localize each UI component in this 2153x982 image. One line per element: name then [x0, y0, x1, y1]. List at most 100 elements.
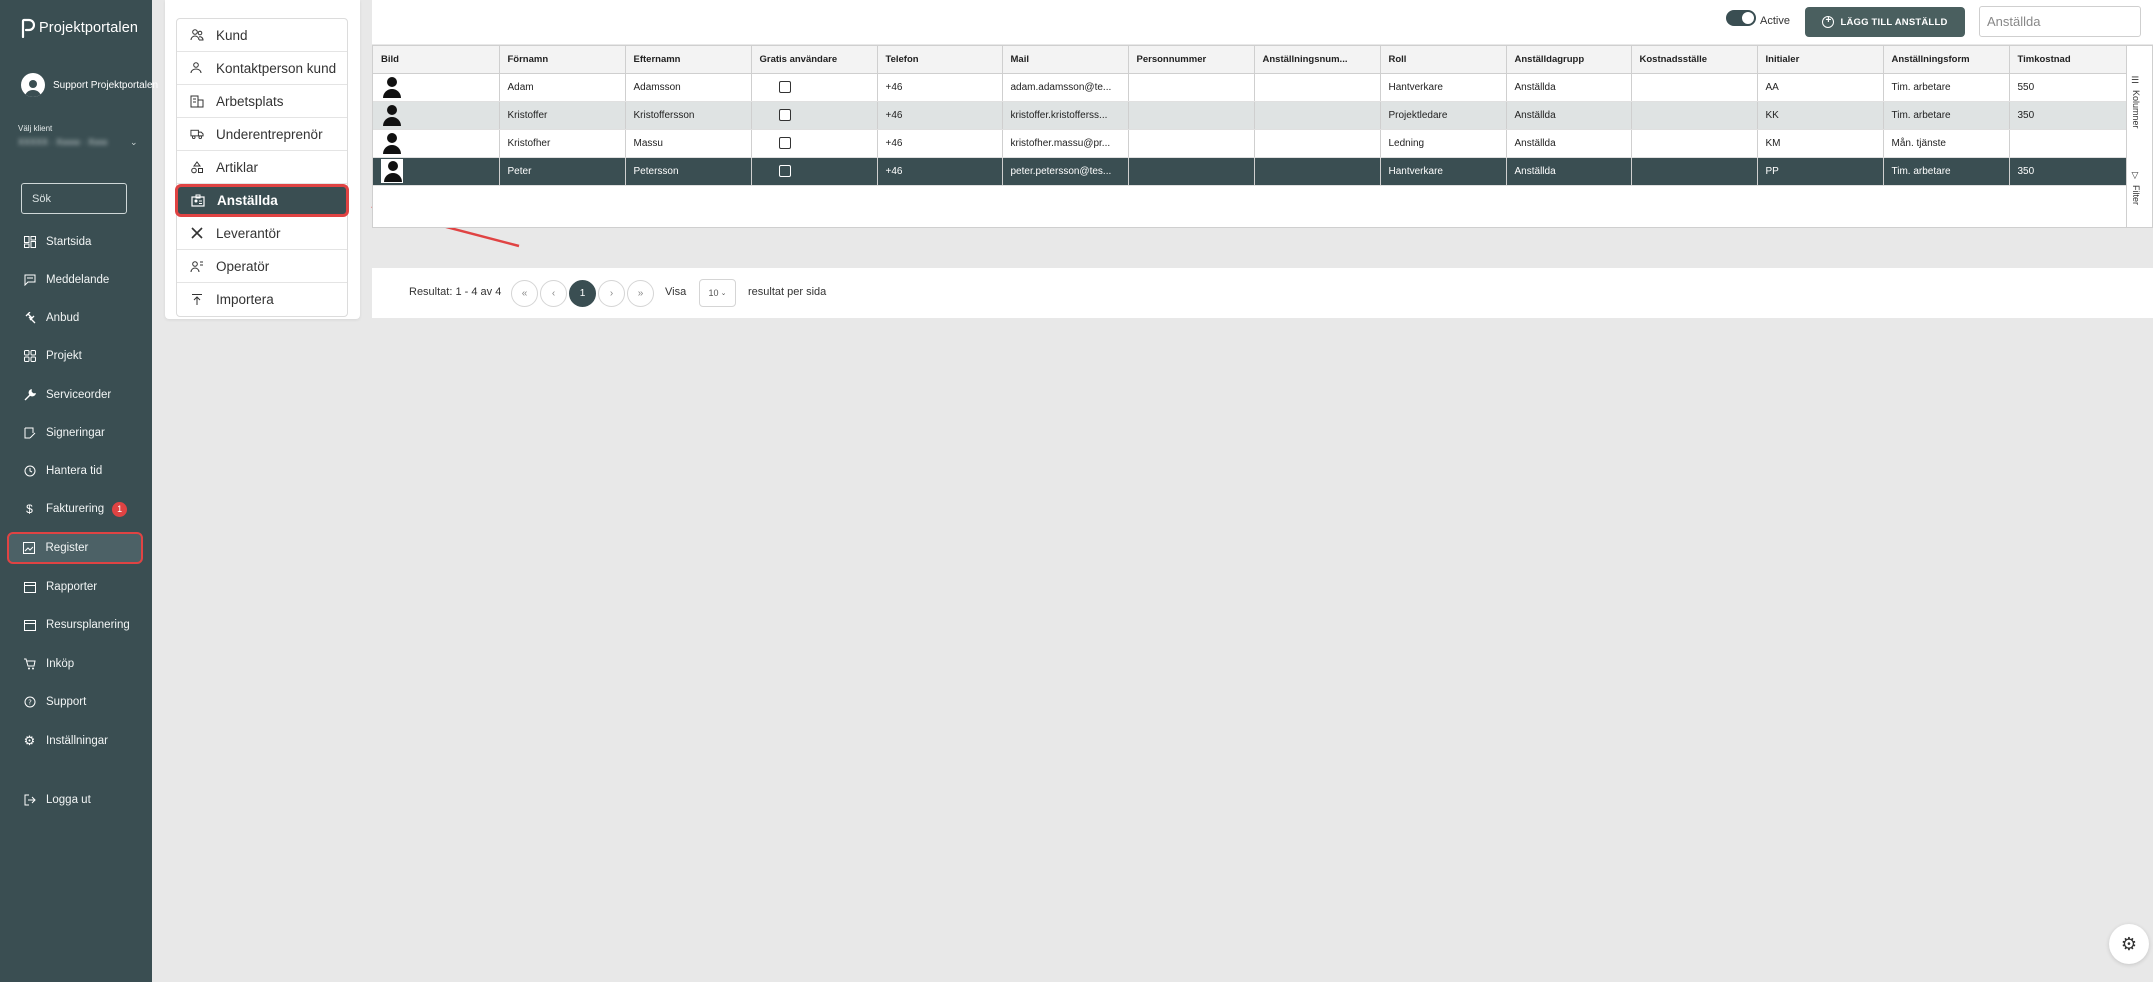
register-menu-item-anstallda[interactable]: Anställda [175, 184, 349, 217]
logo-mark-icon [21, 18, 35, 38]
column-header-anstallningsnummer[interactable]: Anställningsnum... [1254, 46, 1381, 74]
register-menu-item-kontaktperson-kund[interactable]: Kontaktperson kund [177, 52, 347, 85]
sidebar-item-register[interactable]: Register [7, 532, 143, 564]
table-row[interactable]: Kristofher Massu +46 kristofher.massu@pr… [373, 129, 2134, 158]
settings-fab-button[interactable]: ⚙ [2109, 924, 2149, 964]
cell-anstallningsnummer [1254, 73, 1381, 102]
register-menu-item-arbetsplats[interactable]: Arbetsplats [177, 85, 347, 118]
cell-initialer: KK [1757, 101, 1884, 130]
cell-gratis-anvandare [751, 157, 878, 186]
wrench-icon [23, 389, 36, 402]
page-button-current[interactable]: 1 [569, 280, 596, 307]
prev-page-button[interactable]: ‹ [540, 280, 567, 307]
calendar-icon [23, 581, 36, 594]
employee-search-input[interactable] [1979, 6, 2141, 37]
app-logo[interactable]: Projektportalen [21, 18, 138, 38]
sidebar-item-label: Support [46, 696, 87, 708]
register-menu-item-operator[interactable]: Operatör [177, 250, 347, 283]
dollar-icon: $ [26, 502, 33, 516]
table-row[interactable]: Kristoffer Kristoffersson +46 kristoffer… [373, 101, 2134, 130]
sidebar-item-meddelande[interactable]: Meddelande [7, 264, 143, 296]
table-row-selected[interactable]: Peter Petersson +46 peter.petersson@tes.… [373, 157, 2134, 186]
cell-initialer: PP [1757, 157, 1884, 186]
cell-gratis-anvandare [751, 101, 878, 130]
column-header-bild[interactable]: Bild [373, 46, 500, 74]
column-header-timkostnad[interactable]: Timkostnad [2009, 46, 2134, 74]
sidebar-item-fakturering[interactable]: $ Fakturering 1 [7, 493, 143, 525]
cell-anstalldagrupp: Anställda [1506, 157, 1632, 186]
sidebar-item-hantera-tid[interactable]: Hantera tid [7, 455, 143, 487]
sidebar-item-resursplanering[interactable]: Resursplanering [7, 609, 143, 641]
chevron-down-icon[interactable]: ⌄ [130, 137, 138, 148]
column-header-mail[interactable]: Mail [1002, 46, 1129, 74]
column-header-gratis-anvandare[interactable]: Gratis användare [751, 46, 878, 74]
employee-photo [373, 129, 500, 158]
column-header-anstallningsform[interactable]: Anställningsform [1883, 46, 2010, 74]
sidebar-item-label: Projekt [46, 350, 82, 362]
shapes-icon [190, 160, 204, 174]
cell-anstallningsnummer [1254, 101, 1381, 130]
person-icon [383, 105, 401, 126]
last-page-button[interactable]: » [627, 280, 654, 307]
register-menu-item-underentreprenor[interactable]: Underentreprenör [177, 118, 347, 151]
first-page-button[interactable]: « [511, 280, 538, 307]
sidebar-item-support[interactable]: ? Support [7, 686, 143, 718]
cell-personnummer [1128, 73, 1255, 102]
sidebar-item-startsida[interactable]: Startsida [7, 226, 143, 258]
app-name: Projektportalen [39, 20, 139, 36]
sidebar-item-rapporter[interactable]: Rapporter [7, 571, 143, 603]
column-header-fornamn[interactable]: Förnamn [499, 46, 626, 74]
column-header-initialer[interactable]: Initialer [1757, 46, 1884, 74]
cell-roll: Hantverkare [1380, 157, 1507, 186]
cell-efternamn: Adamsson [625, 73, 752, 102]
cell-telefon: +46 [877, 129, 1003, 158]
avatar [21, 73, 45, 97]
register-menu-panel: Kund Kontaktperson kund Arbetsplats Unde… [165, 0, 360, 319]
register-menu-item-artiklar[interactable]: Artiklar [177, 151, 347, 184]
free-user-checkbox[interactable] [778, 137, 791, 149]
per-page-select[interactable]: 10 ⌄ [699, 279, 736, 307]
user-profile[interactable]: Support Projektportalen [21, 73, 158, 97]
column-header-kostnadsstalle[interactable]: Kostnadsställe [1631, 46, 1758, 74]
message-icon [23, 274, 36, 287]
column-header-personnummer[interactable]: Personnummer [1128, 46, 1255, 74]
cell-kostnadsstalle [1631, 101, 1758, 130]
free-user-checkbox[interactable] [778, 81, 791, 93]
employees-table: Bild Förnamn Efternamn Gratis användare … [373, 46, 2134, 186]
employee-photo [373, 157, 500, 186]
sidebar-item-projekt[interactable]: Projekt [7, 340, 143, 372]
register-menu-item-importera[interactable]: Importera [177, 283, 347, 316]
sidebar-item-anbud[interactable]: Anbud [7, 302, 143, 334]
column-header-efternamn[interactable]: Efternamn [625, 46, 752, 74]
next-page-button[interactable]: › [598, 280, 625, 307]
filter-tab[interactable]: ▽ Filter [2131, 171, 2141, 205]
tools-icon [190, 226, 204, 240]
column-header-telefon[interactable]: Telefon [877, 46, 1003, 74]
sidebar-item-inkop[interactable]: Inköp [7, 648, 143, 680]
table-row[interactable]: Adam Adamsson +46 adam.adamsson@te... Ha… [373, 73, 2134, 102]
client-select[interactable]: XXXXX · Xxxxx · Xxxx [18, 137, 138, 147]
register-menu-item-kund[interactable]: Kund [177, 19, 347, 52]
columns-tab[interactable]: ☰ Kolumner [2131, 76, 2141, 129]
sidebar-item-installningar[interactable]: ⚙ Inställningar [7, 725, 143, 757]
sidebar-item-signeringar[interactable]: Signeringar [7, 417, 143, 449]
pagination: Resultat: 1 - 4 av 4 « ‹ 1 › » Visa 10 ⌄… [372, 268, 2153, 318]
calendar-icon [23, 619, 36, 632]
cell-efternamn: Massu [625, 129, 752, 158]
free-user-checkbox[interactable] [778, 165, 791, 177]
sidebar-search-input[interactable] [21, 183, 127, 214]
menu-item-label: Arbetsplats [216, 93, 284, 109]
person-icon [383, 77, 401, 98]
menu-item-label: Operatör [216, 258, 270, 274]
sidebar-item-logga-ut[interactable]: Logga ut [7, 784, 143, 816]
active-toggle[interactable] [1726, 10, 1756, 26]
sidebar-item-serviceorder[interactable]: Serviceorder [7, 379, 143, 411]
columns-icon: ☰ [2131, 76, 2141, 86]
upload-icon [190, 293, 204, 307]
add-employee-button[interactable]: + LÄGG TILL ANSTÄLLD [1805, 7, 1965, 37]
free-user-checkbox[interactable] [778, 109, 791, 121]
column-header-anstalldagrupp[interactable]: Anställdagrupp [1506, 46, 1632, 74]
sidebar-item-label: Register [45, 542, 89, 554]
register-menu-item-leverantor[interactable]: Leverantör [177, 217, 347, 250]
column-header-roll[interactable]: Roll [1380, 46, 1507, 74]
